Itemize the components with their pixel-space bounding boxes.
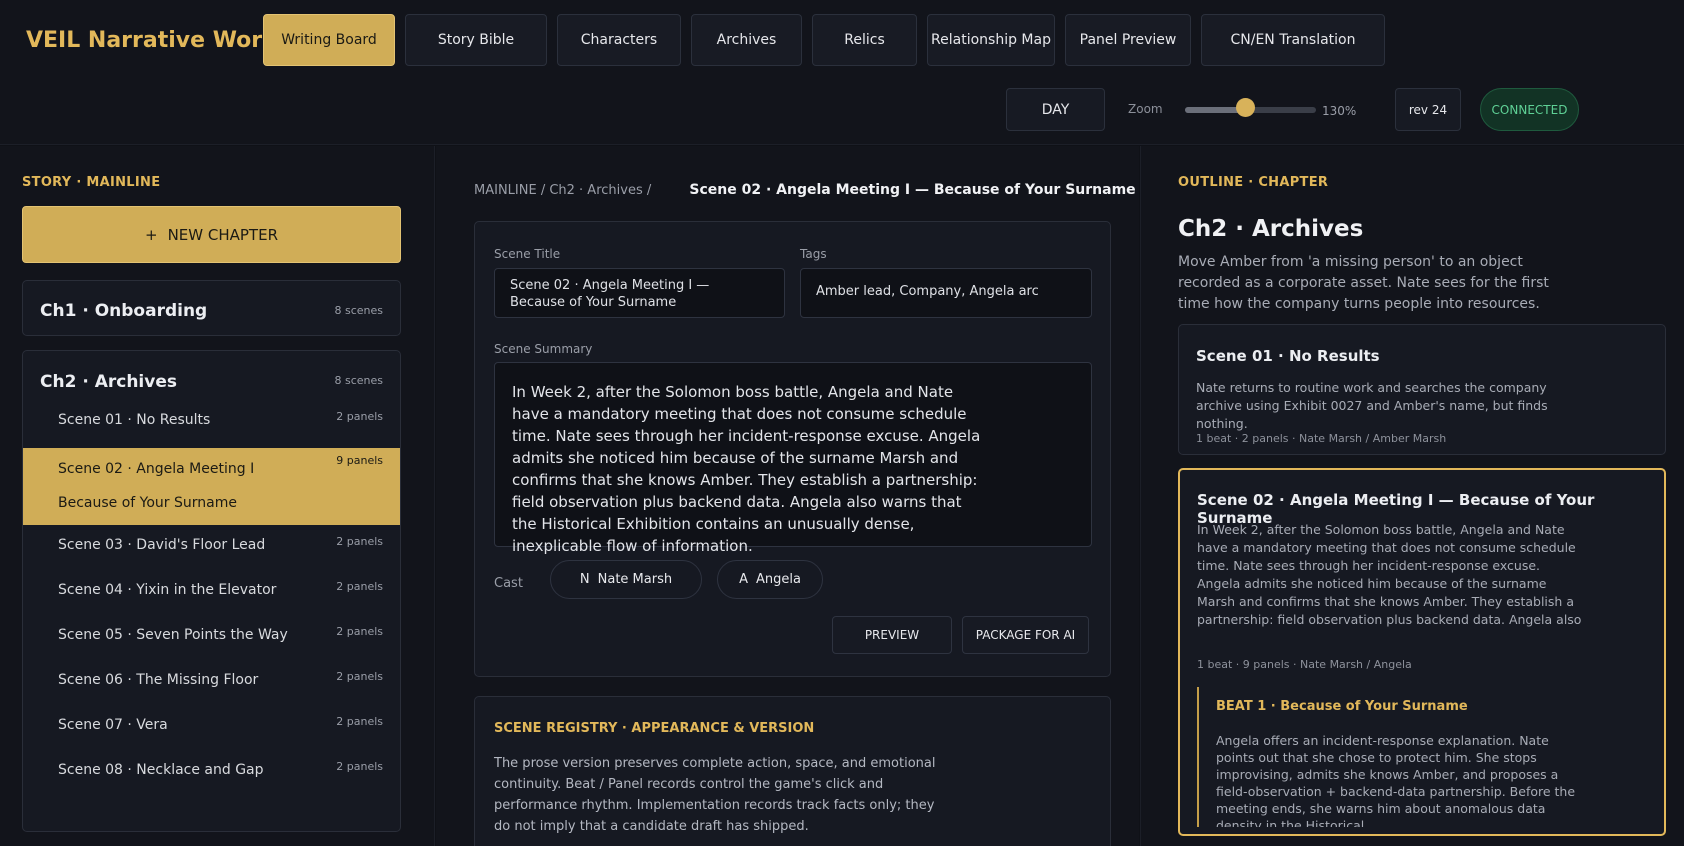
scene-summary-label: Scene Summary — [494, 342, 593, 356]
scene-panel-count: 2 panels — [336, 625, 383, 638]
scene-panel-count: 9 panels — [336, 454, 383, 467]
scene-registry-card: SCENE REGISTRY · APPEARANCE & VERSION Th… — [474, 696, 1111, 846]
app-title: VEIL Narrative Workshop — [26, 28, 276, 53]
scene-item[interactable]: Scene 05 · Seven Points the Way 2 panels — [23, 619, 400, 664]
cast-chip-angela[interactable]: A Angela — [717, 560, 823, 599]
preview-button[interactable]: PREVIEW — [832, 616, 952, 654]
breadcrumb-current: Scene 02 · Angela Meeting I — Because of… — [689, 182, 1136, 198]
outline-scene-body: Nate returns to routine work and searche… — [1196, 380, 1548, 431]
scene-name: Scene 01 · No Results — [58, 412, 211, 428]
chapter-card-ch2: Ch2 · Archives 8 scenes Scene 01 · No Re… — [22, 350, 401, 832]
scene-panel-count: 2 panels — [336, 670, 383, 683]
outline-panel: OUTLINE · CHAPTER Ch2 · Archives Move Am… — [1140, 146, 1684, 846]
new-chapter-label: NEW CHAPTER — [167, 225, 278, 244]
zoom-label: Zoom — [1128, 102, 1163, 116]
scene-name: Scene 06 · The Missing Floor — [58, 672, 259, 688]
outline-chapter-title: Ch2 · Archives — [1178, 216, 1364, 242]
cast-chip-nate[interactable]: N Nate Marsh — [550, 560, 702, 599]
story-sidebar: STORY · MAINLINE + NEW CHAPTER Ch1 · Onb… — [0, 146, 435, 846]
scene-name: Scene 03 · David's Floor Lead — [58, 537, 266, 553]
scene-title-label: Scene Title — [494, 247, 561, 261]
tab-cn-en-translation[interactable]: CN/EN Translation — [1201, 14, 1385, 66]
scene-item[interactable]: Scene 08 · Necklace and Gap 2 panels — [23, 754, 400, 799]
scene-editor-card: Scene Title Scene 02 · Angela Meeting I … — [474, 221, 1111, 677]
top-bar: VEIL Narrative Workshop Writing Board St… — [0, 0, 1684, 145]
registry-text: The prose version preserves complete act… — [494, 756, 936, 834]
outline-description: Move Amber from 'a missing person' to an… — [1178, 254, 1549, 312]
scene-panel-count: 2 panels — [336, 580, 383, 593]
scene-title-input[interactable]: Scene 02 · Angela Meeting I — Because of… — [494, 268, 785, 318]
new-chapter-button[interactable]: + NEW CHAPTER — [22, 206, 401, 263]
outline-scene-meta: 1 beat · 2 panels · Nate Marsh / Amber M… — [1196, 432, 1447, 445]
tab-archives[interactable]: Archives — [691, 14, 802, 66]
cast-label: Cast — [494, 576, 523, 591]
scene-item[interactable]: Scene 04 · Yixin in the Elevator 2 panel… — [23, 574, 400, 619]
package-for-ai-button[interactable]: PACKAGE FOR AI — [962, 616, 1089, 654]
sidebar-heading: STORY · MAINLINE — [22, 175, 161, 190]
chapter-scene-count: 8 scenes — [334, 374, 383, 387]
scene-panel-count: 2 panels — [336, 760, 383, 773]
scene-item[interactable]: Scene 06 · The Missing Floor 2 panels — [23, 664, 400, 709]
scene-name: Scene 04 · Yixin in the Elevator — [58, 582, 277, 598]
chapter-title: Ch1 · Onboarding — [40, 301, 208, 321]
scene-panel-count: 2 panels — [336, 535, 383, 548]
outline-scene-title: Scene 01 · No Results — [1196, 347, 1380, 365]
revision-button[interactable]: rev 24 — [1395, 88, 1461, 131]
plus-icon: + — [145, 225, 158, 244]
avatar: N — [579, 572, 590, 587]
outline-scene-card[interactable]: Scene 01 · No Results Nate returns to ro… — [1178, 324, 1666, 455]
chapter-card-ch1[interactable]: Ch1 · Onboarding 8 scenes — [22, 280, 401, 336]
tab-relationship-map[interactable]: Relationship Map — [927, 14, 1055, 66]
zoom-slider-thumb[interactable] — [1236, 98, 1255, 117]
chapter-scene-count: 8 scenes — [334, 304, 383, 317]
registry-title: SCENE REGISTRY · APPEARANCE & VERSION — [494, 721, 815, 736]
outline-scene-meta: 1 beat · 9 panels · Nate Marsh / Angela — [1197, 658, 1412, 671]
scene-name: Scene 08 · Necklace and Gap — [58, 762, 264, 778]
avatar: A — [739, 572, 748, 587]
cast-name: Nate Marsh — [597, 572, 673, 587]
outline-heading: OUTLINE · CHAPTER — [1178, 175, 1329, 190]
tab-writing-board[interactable]: Writing Board — [263, 14, 395, 66]
tags-label: Tags — [800, 247, 827, 261]
scene-panel-count: 2 panels — [336, 410, 383, 423]
scene-summary-textarea[interactable]: In Week 2, after the Solomon boss battle… — [494, 362, 1092, 555]
scene-name: Scene 07 · Vera — [58, 717, 168, 733]
beat-block[interactable]: BEAT 1 · Because of Your Surname Angela … — [1197, 687, 1637, 827]
scene-item[interactable]: Scene 07 · Vera 2 panels — [23, 709, 400, 754]
outline-scene-card-selected[interactable]: Scene 02 · Angela Meeting I — Because of… — [1178, 468, 1666, 836]
scene-editor-panel: MAINLINE / Ch2 · Archives / Scene 02 · A… — [436, 146, 1139, 846]
tags-input[interactable]: Amber lead, Company, Angela arc — [800, 268, 1092, 318]
tab-characters[interactable]: Characters — [557, 14, 681, 66]
connection-status-badge: CONNECTED — [1480, 88, 1579, 131]
outline-scene-body: In Week 2, after the Solomon boss battle… — [1197, 522, 1582, 627]
tab-relics[interactable]: Relics — [812, 14, 917, 66]
scene-name: Scene 02 · Angela Meeting I Because of Y… — [58, 461, 255, 511]
chapter-title[interactable]: Ch2 · Archives — [40, 372, 177, 392]
cast-name: Angela — [755, 572, 801, 587]
tab-story-bible[interactable]: Story Bible — [405, 14, 547, 66]
scene-item[interactable]: Scene 03 · David's Floor Lead 2 panels — [23, 529, 400, 574]
scene-item[interactable]: Scene 01 · No Results 2 panels — [23, 404, 400, 449]
scene-name: Scene 05 · Seven Points the Way — [58, 627, 288, 643]
beat-title: BEAT 1 · Because of Your Surname — [1216, 699, 1468, 714]
tab-panel-preview[interactable]: Panel Preview — [1065, 14, 1191, 66]
breadcrumb-path[interactable]: MAINLINE / Ch2 · Archives / — [474, 183, 651, 198]
scene-panel-count: 2 panels — [336, 715, 383, 728]
theme-toggle-button[interactable]: DAY — [1006, 88, 1105, 131]
breadcrumb: MAINLINE / Ch2 · Archives / Scene 02 · A… — [474, 182, 1136, 198]
scene-item-selected[interactable]: Scene 02 · Angela Meeting I Because of Y… — [23, 448, 400, 525]
beat-text: Angela offers an incident-response expla… — [1216, 733, 1576, 827]
zoom-value: 130% — [1322, 104, 1357, 118]
